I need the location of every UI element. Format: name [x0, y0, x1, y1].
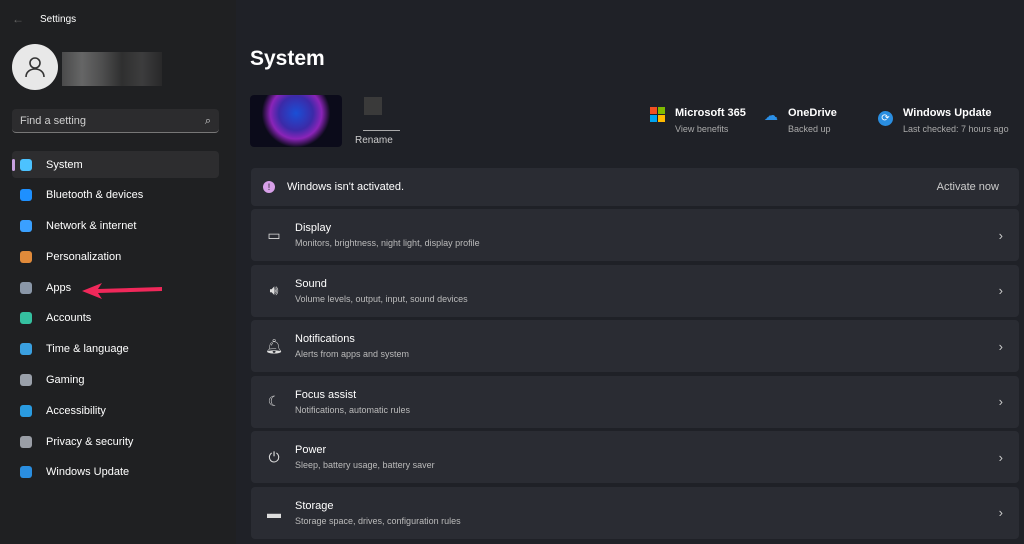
- sidebar-item-gaming[interactable]: Gaming: [12, 367, 219, 394]
- activation-banner: ! Windows isn't activated. Activate now: [251, 168, 1019, 206]
- sidebar-item-label: Time & language: [46, 343, 129, 356]
- title-bar: ← Settings: [12, 12, 76, 26]
- search-placeholder: Find a setting: [20, 115, 87, 127]
- system-icon: [20, 158, 32, 171]
- windows-update-link[interactable]: ⟳ Windows Update Last checked: 7 hours ag…: [878, 107, 1009, 134]
- sidebar-item-bluetooth-devices[interactable]: Bluetooth & devices: [12, 182, 219, 209]
- nav-list: System Bluetooth & devices Network & inter…: [12, 151, 219, 490]
- time-language-icon: [20, 343, 32, 356]
- onedrive-cloud-icon: ☁: [764, 107, 778, 123]
- settings-row-focus-assist[interactable]: ☾ Focus assist Notifications, automatic ru…: [251, 375, 1019, 428]
- sidebar-item-label: Windows Update: [46, 466, 130, 479]
- sidebar-item-time-language[interactable]: Time & language: [12, 336, 219, 363]
- wallpaper-thumbnail: [250, 95, 342, 147]
- windows-update-icon: [20, 466, 32, 479]
- sidebar-item-personalization[interactable]: Personalization: [12, 243, 219, 270]
- power-icon: ⏻: [268, 448, 280, 465]
- page-title: System: [250, 47, 325, 70]
- row-subtitle: Monitors, brightness, night light, displ…: [295, 238, 480, 248]
- blurred-username: [62, 52, 162, 86]
- privacy-security-icon: [20, 435, 32, 448]
- sidebar-item-label: Bluetooth & devices: [46, 189, 144, 202]
- sidebar-item-label: Accounts: [46, 312, 92, 325]
- sidebar: ← Settings Find a setting ⌕ System Blueto…: [0, 0, 236, 544]
- network-internet-icon: [20, 220, 32, 233]
- accounts-icon: [20, 312, 32, 325]
- sidebar-item-label: Apps: [46, 281, 72, 294]
- quick-title: Microsoft 365: [675, 107, 746, 119]
- back-arrow-icon[interactable]: ←: [12, 12, 24, 26]
- focus-assist-icon: ☾: [267, 393, 281, 409]
- apps-icon: [20, 281, 32, 294]
- search-icon: ⌕: [204, 115, 211, 127]
- user-icon: [25, 57, 45, 78]
- search-input[interactable]: Find a setting ⌕: [12, 109, 219, 133]
- chevron-right-icon: ›: [998, 505, 1003, 520]
- sidebar-item-label: Network & internet: [46, 220, 137, 233]
- pc-name-blurred: [364, 97, 382, 115]
- row-title: Notifications: [295, 333, 355, 345]
- sidebar-item-label: Gaming: [46, 374, 85, 387]
- quick-sub: Last checked: 7 hours ago: [903, 124, 1009, 134]
- avatar[interactable]: [12, 44, 58, 90]
- row-title: Storage: [295, 499, 334, 512]
- sidebar-item-accessibility[interactable]: Accessibility: [12, 397, 219, 424]
- sidebar-item-label: Accessibility: [46, 404, 106, 417]
- settings-row-storage[interactable]: ▬ Storage Storage space, drives, configura…: [251, 486, 1019, 539]
- bluetooth-devices-icon: [20, 189, 32, 202]
- sidebar-item-windows-update[interactable]: Windows Update: [12, 459, 219, 486]
- onedrive-link[interactable]: ☁ OneDrive Backed up: [764, 107, 837, 134]
- row-subtitle: Sleep, battery usage, battery saver: [295, 460, 435, 470]
- gaming-icon: [20, 374, 32, 387]
- activate-now-button[interactable]: Activate now: [937, 181, 999, 193]
- settings-row-notifications[interactable]: 🔔︎ Notifications Alerts from apps and syst…: [251, 320, 1019, 372]
- row-subtitle: Notifications, automatic rules: [295, 404, 411, 415]
- chevron-right-icon: ›: [998, 338, 1003, 354]
- microsoft-logo-icon: [650, 107, 665, 122]
- chevron-right-icon: ›: [998, 227, 1003, 243]
- row-title: Focus assist: [295, 388, 357, 401]
- sidebar-item-accounts[interactable]: Accounts: [12, 305, 219, 332]
- quick-sub: Backed up: [788, 124, 831, 134]
- notifications-icon: 🔔︎: [265, 337, 283, 354]
- row-title: Display: [295, 222, 332, 234]
- window-title: Settings: [40, 13, 77, 25]
- quick-title: Windows Update: [903, 107, 992, 119]
- sidebar-item-system[interactable]: System: [12, 151, 219, 178]
- chevron-right-icon: ›: [998, 394, 1003, 409]
- display-icon: ▭: [267, 226, 281, 243]
- chevron-right-icon: ›: [998, 283, 1003, 298]
- personalization-icon: [20, 250, 32, 263]
- divider: [363, 130, 400, 131]
- sidebar-item-label: Personalization: [46, 250, 122, 263]
- storage-icon: ▬: [267, 504, 281, 521]
- row-subtitle: Alerts from apps and system: [295, 349, 410, 359]
- settings-row-sound[interactable]: 🔊︎ Sound Volume levels, output, input, sou…: [251, 264, 1019, 317]
- sidebar-item-privacy-security[interactable]: Privacy & security: [12, 428, 219, 455]
- rename-link[interactable]: Rename: [355, 135, 393, 146]
- sidebar-item-network-internet[interactable]: Network & internet: [12, 213, 219, 240]
- settings-row-power[interactable]: ⏻ Power Sleep, battery usage, battery save…: [251, 431, 1019, 483]
- row-title: Power: [295, 444, 327, 456]
- settings-row-display[interactable]: ▭ Display Monitors, brightness, night ligh…: [251, 209, 1019, 261]
- row-subtitle: Storage space, drives, configuration rul…: [295, 515, 461, 526]
- chevron-right-icon: ›: [998, 449, 1003, 465]
- accessibility-icon: [20, 404, 32, 417]
- row-title: Sound: [295, 277, 327, 290]
- activation-text: Windows isn't activated.: [287, 181, 405, 193]
- red-arrow-annotation: [82, 283, 162, 299]
- sidebar-item-label: Privacy & security: [46, 435, 134, 448]
- microsoft365-link[interactable]: Microsoft 365 View benefits: [650, 107, 746, 134]
- row-subtitle: Volume levels, output, input, sound devi…: [295, 293, 468, 304]
- sidebar-item-label: System: [46, 158, 83, 171]
- info-icon: !: [263, 181, 275, 193]
- quick-title: OneDrive: [788, 107, 837, 119]
- update-icon: ⟳: [878, 111, 893, 126]
- quick-sub: View benefits: [675, 124, 729, 134]
- sound-icon: 🔊︎: [269, 282, 279, 298]
